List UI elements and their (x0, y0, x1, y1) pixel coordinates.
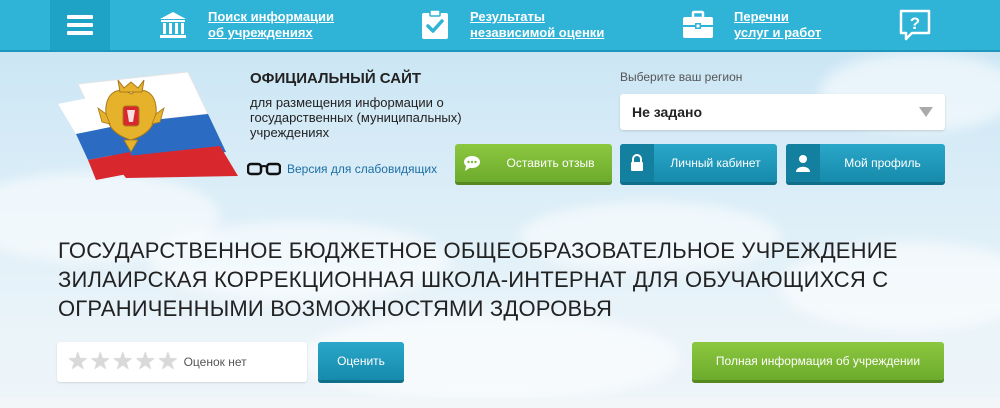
nav-independent-evaluation[interactable]: Результаты независимой оценки (420, 0, 604, 50)
my-profile-button[interactable]: Мой профиль (786, 144, 945, 182)
question-icon: ? (899, 9, 931, 41)
nav-search-institutions-label[interactable]: Поиск информации об учреждениях (208, 9, 334, 41)
personal-cabinet-button[interactable]: Личный кабинет (620, 144, 777, 182)
help-button[interactable]: ? (898, 8, 932, 42)
region-label: Выберите ваш регион (620, 70, 743, 84)
star-icon[interactable]: ★ (135, 350, 157, 374)
rating-stars[interactable]: ★ ★ ★ ★ ★ (67, 350, 180, 374)
full-info-button[interactable]: Полная информация об учреждении (692, 342, 944, 380)
rate-button[interactable]: Оценить (318, 342, 404, 380)
russia-flag-coat-of-arms-logo (58, 71, 238, 180)
top-navigation-bar: Поиск информации об учреждениях Результа… (0, 0, 1000, 52)
nav-search-institutions[interactable]: Поиск информации об учреждениях (158, 0, 334, 50)
chevron-down-icon (919, 107, 933, 117)
rating-count-text: Оценок нет (183, 355, 247, 369)
site-title: ОФИЦИАЛЬНЫЙ САЙТ (250, 70, 422, 87)
institution-icon (160, 12, 186, 38)
personal-cabinet-label: Личный кабинет (670, 156, 761, 170)
region-select[interactable]: Не задано (620, 94, 945, 130)
content-divider (0, 398, 1000, 408)
site-description: для размещения информации о государствен… (250, 95, 462, 140)
full-info-label: Полная информация об учреждении (715, 354, 921, 368)
star-icon[interactable]: ★ (157, 350, 179, 374)
region-selected-value: Не задано (632, 104, 703, 120)
my-profile-label: Мой профиль (844, 156, 921, 170)
low-vision-link[interactable]: Версия для слабовидящих (247, 162, 437, 176)
menu-button[interactable] (50, 0, 110, 50)
user-icon (786, 144, 820, 182)
rating-widget: ★ ★ ★ ★ ★ Оценок нет (57, 342, 307, 382)
star-icon[interactable]: ★ (90, 350, 112, 374)
organization-name: ГОСУДАРСТВЕННОЕ БЮДЖЕТНОЕ ОБЩЕОБРАЗОВАТЕ… (58, 238, 898, 321)
checkmark-clipboard-icon (422, 9, 448, 39)
glasses-icon (247, 162, 281, 176)
nav-services-lists[interactable]: Перечни услуг и работ (682, 0, 821, 50)
svg-text:?: ? (910, 14, 920, 33)
lock-icon (620, 144, 654, 182)
nav-services-lists-label[interactable]: Перечни услуг и работ (734, 9, 821, 41)
leave-feedback-button[interactable]: Оставить отзыв (455, 144, 612, 182)
chat-bubble-icon (455, 144, 489, 182)
briefcase-icon (683, 10, 713, 38)
leave-feedback-label: Оставить отзыв (506, 156, 595, 170)
rate-button-label: Оценить (337, 354, 385, 368)
star-icon[interactable]: ★ (112, 350, 134, 374)
hamburger-icon (67, 15, 93, 35)
low-vision-label[interactable]: Версия для слабовидящих (287, 162, 437, 176)
nav-independent-evaluation-label[interactable]: Результаты независимой оценки (470, 9, 604, 41)
star-icon[interactable]: ★ (67, 350, 89, 374)
